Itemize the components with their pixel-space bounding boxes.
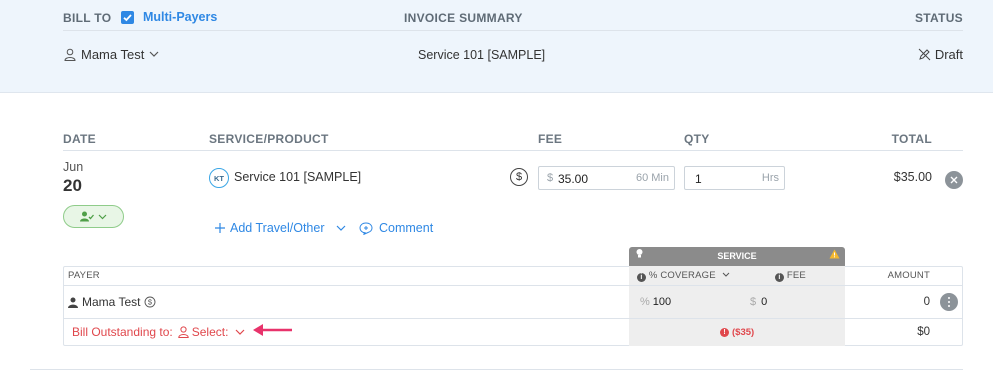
coverage-input[interactable]: % 100	[640, 296, 671, 308]
comment-button[interactable]: Comment	[359, 221, 433, 235]
attendance-status-button[interactable]	[63, 205, 124, 228]
chevron-down-icon	[235, 329, 245, 335]
pencil-off-icon	[918, 48, 931, 61]
payer-row-name: Mama Test	[82, 295, 141, 309]
person-icon	[178, 326, 189, 338]
pointer-arrow-icon	[253, 324, 292, 336]
add-travel-label: Add Travel/Other	[230, 221, 325, 235]
comment-icon	[359, 221, 373, 235]
info-icon: i	[775, 273, 784, 282]
fee-currency: $	[547, 172, 554, 184]
section-divider	[30, 369, 963, 370]
payer-row: Mama Test $	[68, 295, 156, 309]
fee-input[interactable]: $ 35.00 60 Min	[538, 166, 675, 190]
user-check-icon	[80, 211, 94, 222]
payer-fee-input[interactable]: $0	[750, 296, 767, 308]
provider-avatar: KT	[209, 168, 229, 188]
invoice-header: BILL TO Multi-Payers INVOICE SUMMARY STA…	[0, 0, 993, 93]
payer-selector[interactable]: Mama Test	[64, 47, 159, 62]
close-icon	[950, 176, 958, 184]
outstanding-select[interactable]: Select:	[178, 325, 246, 339]
payer-amount: 0	[923, 296, 930, 308]
outstanding-total: $0	[917, 326, 930, 338]
multi-payers-label[interactable]: Multi-Payers	[143, 10, 217, 24]
status-text: Draft	[934, 47, 963, 62]
table-header-divider	[63, 150, 963, 151]
coverage-prefix: %	[640, 296, 650, 308]
coverage-value: 100	[652, 296, 672, 308]
alert-icon: !	[720, 328, 729, 337]
more-options-button[interactable]	[940, 293, 958, 311]
outstanding-amount-value: ($35)	[732, 327, 755, 338]
col-payer: PAYER	[68, 270, 100, 281]
warning-icon[interactable]	[829, 247, 840, 266]
plus-icon	[215, 223, 225, 233]
svg-text:$: $	[148, 298, 153, 307]
dollar-circle-icon[interactable]: $	[510, 168, 528, 186]
payer-name: Mama Test	[81, 47, 145, 62]
row-divider	[63, 285, 963, 286]
person-icon	[68, 297, 78, 308]
dollar-circle-icon[interactable]: $	[144, 296, 156, 308]
col-fee: FEE	[538, 132, 563, 146]
service-name[interactable]: Service 101 [SAMPLE]	[234, 170, 361, 184]
qty-input[interactable]: 1 Hrs	[684, 166, 785, 190]
fee-value: 35.00	[558, 172, 589, 186]
col-service: SERVICE/PRODUCT	[209, 132, 329, 146]
status-value: Draft	[918, 47, 963, 62]
qty-unit: Hrs	[761, 172, 779, 184]
col-coverage-label: % COVERAGE	[648, 270, 716, 281]
col-amount: AMOUNT	[887, 270, 930, 281]
payer-fee-prefix: $	[750, 296, 757, 308]
outstanding-select-label: Select:	[191, 325, 229, 339]
col-date: DATE	[63, 132, 96, 146]
invoice-summary: Service 101 [SAMPLE]	[418, 48, 546, 62]
lightbulb-icon	[635, 247, 644, 266]
col-total: TOTAL	[891, 132, 932, 146]
comment-label: Comment	[379, 221, 434, 235]
date-month: Jun	[63, 160, 84, 174]
chevron-down-icon	[722, 272, 729, 277]
service-tab: SERVICE	[629, 247, 845, 266]
bill-to-label: BILL TO	[63, 11, 112, 25]
payer-fee-value: 0	[761, 296, 768, 308]
col-qty: QTY	[684, 132, 710, 146]
row-divider	[63, 318, 963, 319]
status-label: STATUS	[914, 11, 963, 25]
outstanding-label: Bill Outstanding to:	[72, 325, 173, 339]
person-icon	[64, 48, 76, 61]
chevron-down-icon	[149, 51, 159, 57]
outstanding-amount: ! ($35)	[720, 327, 754, 338]
header-divider	[63, 30, 963, 31]
add-travel-button[interactable]: Add Travel/Other	[215, 221, 346, 235]
chevron-down-icon	[336, 225, 345, 231]
multi-payers-checkbox[interactable]	[121, 11, 134, 24]
bill-outstanding: Bill Outstanding to: Select:	[72, 325, 245, 339]
line-total: $35.00	[893, 170, 932, 184]
col-payer-fee: i FEE	[775, 270, 806, 282]
remove-line-button[interactable]	[945, 171, 963, 189]
info-icon: i	[637, 273, 646, 282]
qty-value: 1	[695, 172, 702, 186]
fee-unit: 60 Min	[635, 172, 669, 184]
col-payer-fee-label: FEE	[786, 270, 806, 281]
chevron-down-icon	[98, 214, 107, 219]
invoice-summary-label: INVOICE SUMMARY	[404, 11, 523, 25]
service-tab-label: SERVICE	[717, 251, 757, 261]
col-coverage[interactable]: i % COVERAGE	[637, 270, 730, 282]
date-day: 20	[63, 176, 82, 195]
